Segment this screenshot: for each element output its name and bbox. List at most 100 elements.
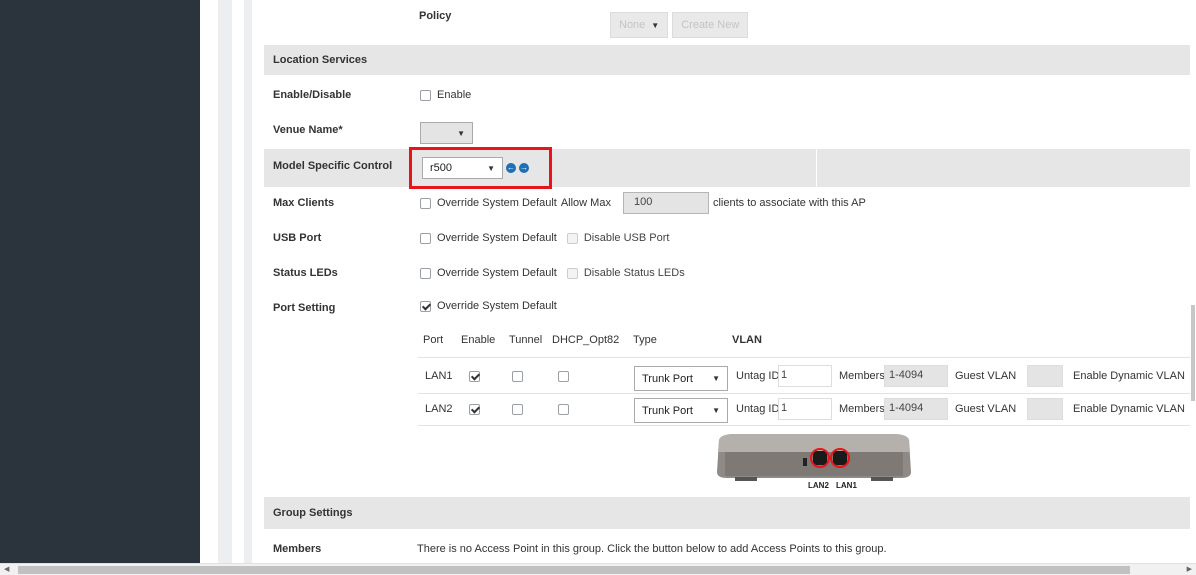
override-checkbox[interactable] [420,232,431,244]
untag-label: Untag ID [736,370,780,382]
tunnel-checkbox[interactable] [512,404,523,415]
enable-disable-label: Enable/Disable [273,89,352,101]
status-leds-label: Status LEDs [273,267,338,279]
members-text: There is no Access Point in this group. … [417,543,887,555]
model-specific-control-row: Model Specific Control r500 ▼ ← → [264,149,1190,187]
policy-row: Policy None ▼ Create New [264,0,1190,44]
divider [816,149,817,187]
policy-select[interactable]: None ▼ [610,12,669,38]
lan2-image-label: LAN2 [808,481,829,490]
dhcp-checkbox[interactable] [558,371,569,382]
allow-max-text: Allow Max [560,197,611,209]
divider [418,357,1190,358]
scrollbar-thumb[interactable] [1191,305,1195,401]
model-control-label: Model Specific Control [273,160,393,172]
usb-port-label: USB Port [273,232,322,244]
dhcp-checkbox[interactable] [558,404,569,415]
override-checkbox[interactable] [420,300,431,312]
scroll-right-icon[interactable]: ▶ [1187,564,1192,575]
venue-name-label: Venue Name* [273,124,343,136]
usb-port-row: USB Port Override System Default Disable… [264,224,1190,252]
section-title: Group Settings [273,507,353,519]
venue-select[interactable]: ▼ [420,122,473,144]
col-vlan: VLAN [732,334,762,346]
vertical-scrollbar[interactable] [1190,0,1196,563]
members-input[interactable]: 1-4094 [884,398,948,420]
col-port: Port [423,334,444,346]
enable-text: Enable [437,89,472,101]
col-enable: Enable [461,334,496,346]
override-text: Override System Default [437,232,557,244]
untag-input[interactable]: 1 [778,365,832,387]
type-select[interactable]: Trunk Port ▼ [634,366,728,391]
chevron-down-icon: ▼ [712,374,720,383]
override-text: Override System Default [437,300,557,312]
guest-vlan-input[interactable] [1027,398,1063,420]
max-clients-suffix: clients to associate with this AP [712,197,866,209]
create-new-button[interactable]: Create New [672,12,749,38]
chevron-down-icon: ▼ [712,406,720,415]
venue-field: ▼ [420,122,473,144]
disable-usb-checkbox[interactable] [566,232,578,244]
port-setting-label: Port Setting [273,302,336,314]
enable-checkbox[interactable] [469,404,480,415]
max-clients-label: Max Clients [273,197,335,209]
members-row: Members There is no Access Point in this… [264,533,1190,563]
members-label: Members [839,370,885,382]
members-label: Members [839,403,885,415]
divider [418,425,1190,426]
port-name: LAN1 [425,370,453,382]
type-select-value: Trunk Port [642,404,693,417]
col-tunnel: Tunnel [509,334,543,346]
gutter-strip [244,0,252,563]
policy-controls: None ▼ Create New [610,12,749,38]
port-override-field: Override System Default [420,300,557,312]
disable-usb-text: Disable USB Port [583,232,670,244]
max-clients-field: Override System Default Allow Max 100 cl… [420,192,866,214]
lan1-image-label: LAN1 [836,481,857,490]
section-title: Location Services [273,54,368,66]
highlight-box [409,147,552,189]
horizontal-scrollbar[interactable]: ◀ ▶ [0,563,1196,575]
col-type: Type [633,334,657,346]
gutter-strip [218,0,232,563]
members-input[interactable]: 1-4094 [884,365,948,387]
untag-label: Untag ID [736,403,780,415]
override-checkbox[interactable] [420,267,431,279]
status-leds-row: Status LEDs Override System Default Disa… [264,258,1190,286]
dynamic-vlan-label: Enable Dynamic VLAN [1073,370,1185,382]
type-select[interactable]: Trunk Port ▼ [634,398,728,423]
left-sidebar [0,0,200,563]
enable-disable-row: Enable/Disable Enable [264,80,1190,110]
enable-checkbox[interactable] [469,371,480,382]
group-settings-header: Group Settings [264,497,1190,529]
divider [418,393,1190,394]
enable-checkbox[interactable] [420,89,431,101]
access-point-image: LAN2 LAN1 [715,430,913,491]
sidebar-gutter [200,0,264,563]
scroll-left-icon[interactable]: ◀ [4,564,9,575]
override-checkbox[interactable] [420,197,431,209]
disable-leds-checkbox[interactable] [566,267,578,279]
chevron-down-icon: ▼ [457,128,465,138]
dynamic-vlan-label: Enable Dynamic VLAN [1073,403,1185,415]
members-label: Members [273,543,322,555]
location-services-header: Location Services [264,45,1190,75]
untag-input[interactable]: 1 [778,398,832,420]
enable-field: Enable [420,89,471,101]
main-content: Policy None ▼ Create New Location Servic… [264,0,1190,563]
policy-select-value: None [619,19,646,31]
disable-leds-text: Disable Status LEDs [583,267,685,279]
scrollbar-thumb[interactable] [18,566,1130,574]
status-leds-field: Override System Default Disable Status L… [420,267,685,279]
guest-vlan-input[interactable] [1027,365,1063,387]
guest-vlan-label: Guest VLAN [955,403,1017,415]
port-name: LAN2 [425,403,453,415]
tunnel-checkbox[interactable] [512,371,523,382]
max-clients-input[interactable]: 100 [622,192,709,214]
col-dhcp: DHCP_Opt82 [552,334,620,346]
venue-name-row: Venue Name* ▼ [264,115,1190,147]
policy-label: Policy [419,10,452,22]
chevron-down-icon: ▼ [651,20,660,30]
usb-port-field: Override System Default Disable USB Port [420,232,669,244]
